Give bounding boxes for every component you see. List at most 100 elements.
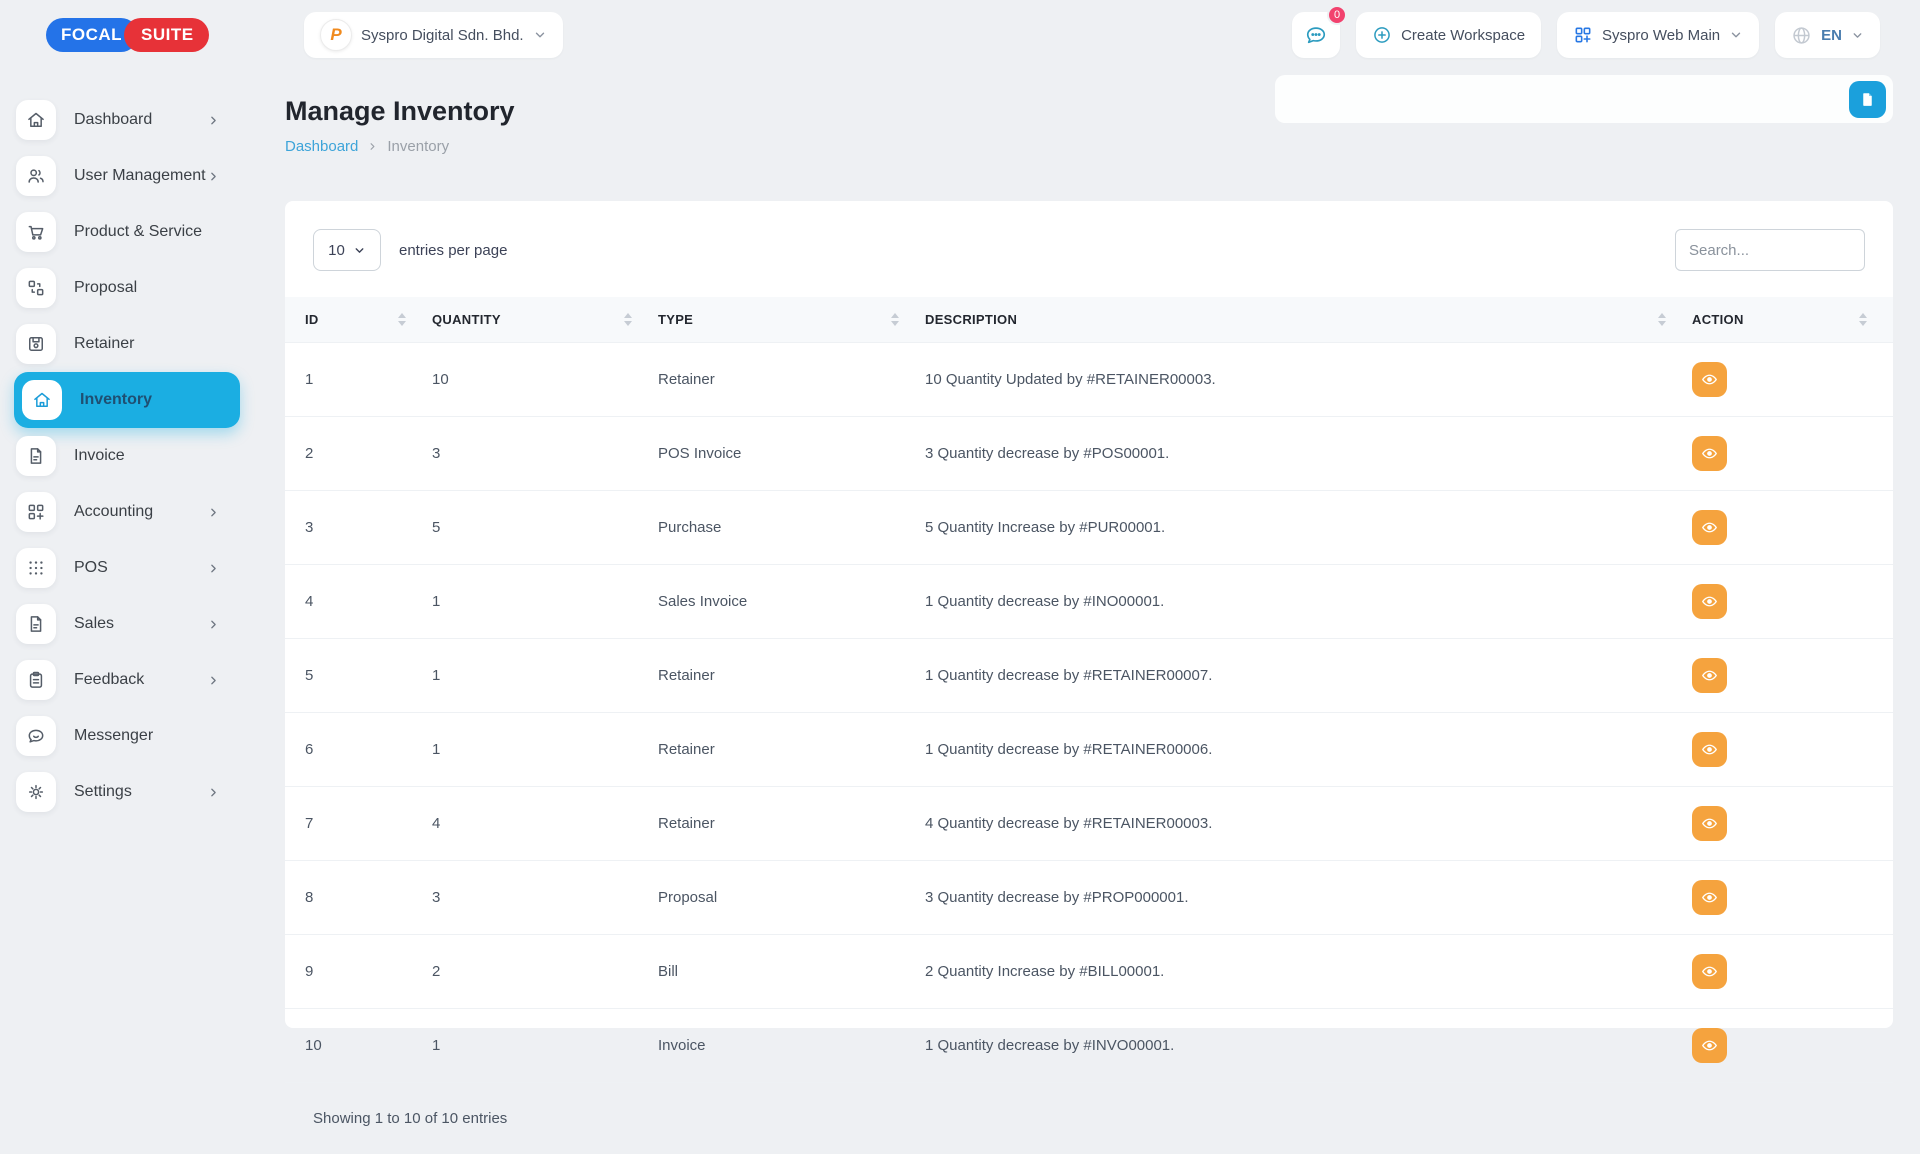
cell-type: Sales Invoice: [658, 565, 925, 639]
col-header-action[interactable]: ACTION: [1692, 312, 1744, 327]
view-button[interactable]: [1692, 510, 1727, 545]
cell-quantity: 10: [432, 343, 658, 417]
workspace-avatar: P: [320, 19, 352, 51]
entries-per-page-label: entries per page: [399, 242, 507, 259]
table-summary: Showing 1 to 10 of 10 entries: [285, 1083, 1893, 1154]
sort-icon[interactable]: [1859, 313, 1867, 326]
table-row: 4 1 Sales Invoice 1 Quantity decrease by…: [285, 565, 1893, 639]
sidebar-item-product-service[interactable]: Product & Service: [0, 204, 240, 260]
eye-icon: [1701, 371, 1718, 388]
document-icon: [1859, 91, 1876, 108]
chevron-right-icon: [367, 141, 378, 152]
table-row: 7 4 Retainer 4 Quantity decrease by #RET…: [285, 787, 1893, 861]
brand-logo[interactable]: FOCAL SUITE: [0, 18, 240, 52]
cell-description: 2 Quantity Increase by #BILL00001.: [925, 935, 1692, 1009]
view-button[interactable]: [1692, 436, 1727, 471]
inventory-table: ID QUANTITY TYPE DESCRIPTION ACTION 1 10…: [285, 297, 1893, 1083]
plus-circle-icon: [1372, 25, 1392, 45]
view-button[interactable]: [1692, 658, 1727, 693]
sidebar-item-sales[interactable]: Sales: [0, 596, 240, 652]
sidebar-item-messenger[interactable]: Messenger: [0, 708, 240, 764]
sidebar-item-user-management[interactable]: User Management: [0, 148, 240, 204]
cell-quantity: 3: [432, 861, 658, 935]
chevron-right-icon: [207, 170, 220, 183]
page-header-strip: [1275, 75, 1893, 123]
cell-id: 9: [285, 935, 432, 1009]
sidebar-item-accounting[interactable]: Accounting: [0, 484, 240, 540]
view-button[interactable]: [1692, 880, 1727, 915]
view-button[interactable]: [1692, 806, 1727, 841]
export-document-button[interactable]: [1849, 81, 1886, 118]
sort-icon[interactable]: [891, 313, 899, 326]
table-header-row: ID QUANTITY TYPE DESCRIPTION ACTION: [285, 297, 1893, 343]
sidebar-item-label: Invoice: [74, 447, 125, 465]
cell-quantity: 2: [432, 935, 658, 1009]
chevron-right-icon: [207, 506, 220, 519]
file-icon: [16, 604, 56, 644]
cell-description: 3 Quantity decrease by #POS00001.: [925, 417, 1692, 491]
workspace-selector[interactable]: P Syspro Digital Sdn. Bhd.: [304, 12, 563, 58]
language-selector[interactable]: EN: [1775, 12, 1880, 58]
sidebar-item-label: Accounting: [74, 503, 153, 521]
cell-quantity: 1: [432, 639, 658, 713]
chevron-right-icon: [207, 114, 220, 127]
cell-type: POS Invoice: [658, 417, 925, 491]
search-input[interactable]: [1675, 229, 1865, 271]
chevron-down-icon: [1729, 28, 1743, 42]
cell-description: 10 Quantity Updated by #RETAINER00003.: [925, 343, 1692, 417]
language-code: EN: [1821, 27, 1842, 44]
cell-description: 1 Quantity decrease by #INVO00001.: [925, 1009, 1692, 1083]
breadcrumb-dashboard-link[interactable]: Dashboard: [285, 138, 358, 155]
eye-icon: [1701, 667, 1718, 684]
breadcrumb-current: Inventory: [387, 138, 449, 155]
sidebar-item-label: Messenger: [74, 727, 153, 745]
view-button[interactable]: [1692, 584, 1727, 619]
sidebar-item-pos[interactable]: POS: [0, 540, 240, 596]
sort-icon[interactable]: [624, 313, 632, 326]
sort-icon[interactable]: [398, 313, 406, 326]
messages-button[interactable]: 0: [1292, 12, 1340, 58]
app-menu-label: Syspro Web Main: [1602, 27, 1720, 44]
col-header-type[interactable]: TYPE: [658, 312, 693, 327]
grid-plus-icon: [16, 492, 56, 532]
sort-icon[interactable]: [1658, 313, 1666, 326]
breadcrumb: Dashboard Inventory: [285, 138, 1893, 155]
cell-id: 8: [285, 861, 432, 935]
view-button[interactable]: [1692, 954, 1727, 989]
col-header-id[interactable]: ID: [305, 312, 319, 327]
view-button[interactable]: [1692, 1028, 1727, 1063]
col-header-description[interactable]: DESCRIPTION: [925, 312, 1017, 327]
sidebar-item-settings[interactable]: Settings: [0, 764, 240, 820]
sidebar-item-label: Product & Service: [74, 223, 202, 241]
chevron-right-icon: [207, 786, 220, 799]
sidebar-item-invoice[interactable]: Invoice: [0, 428, 240, 484]
chat-icon: [16, 716, 56, 756]
home-icon: [22, 380, 62, 420]
cell-type: Retainer: [658, 787, 925, 861]
sidebar-item-proposal[interactable]: Proposal: [0, 260, 240, 316]
gear-icon: [16, 772, 56, 812]
entries-per-page-value: 10: [328, 242, 345, 259]
sidebar-item-dashboard[interactable]: Dashboard: [0, 92, 240, 148]
inventory-card: 10 entries per page ID QUANTITY TYPE DES…: [285, 201, 1893, 1028]
logo-focal-part: FOCAL: [46, 18, 138, 52]
sidebar-item-label: Proposal: [74, 279, 137, 297]
cell-quantity: 3: [432, 417, 658, 491]
sidebar-item-inventory[interactable]: Inventory: [14, 372, 240, 428]
chat-bubble-icon: [1305, 24, 1327, 46]
chevron-right-icon: [207, 562, 220, 575]
cell-id: 7: [285, 787, 432, 861]
col-header-quantity[interactable]: QUANTITY: [432, 312, 501, 327]
users-icon: [16, 156, 56, 196]
app-menu-selector[interactable]: Syspro Web Main: [1557, 12, 1759, 58]
create-workspace-button[interactable]: Create Workspace: [1356, 12, 1541, 58]
sidebar-item-feedback[interactable]: Feedback: [0, 652, 240, 708]
view-button[interactable]: [1692, 362, 1727, 397]
view-button[interactable]: [1692, 732, 1727, 767]
chevron-down-icon: [1851, 29, 1864, 42]
cell-id: 6: [285, 713, 432, 787]
entries-per-page-select[interactable]: 10: [313, 229, 381, 271]
sidebar-item-label: POS: [74, 559, 108, 577]
table-row: 5 1 Retainer 1 Quantity decrease by #RET…: [285, 639, 1893, 713]
sidebar-item-retainer[interactable]: Retainer: [0, 316, 240, 372]
